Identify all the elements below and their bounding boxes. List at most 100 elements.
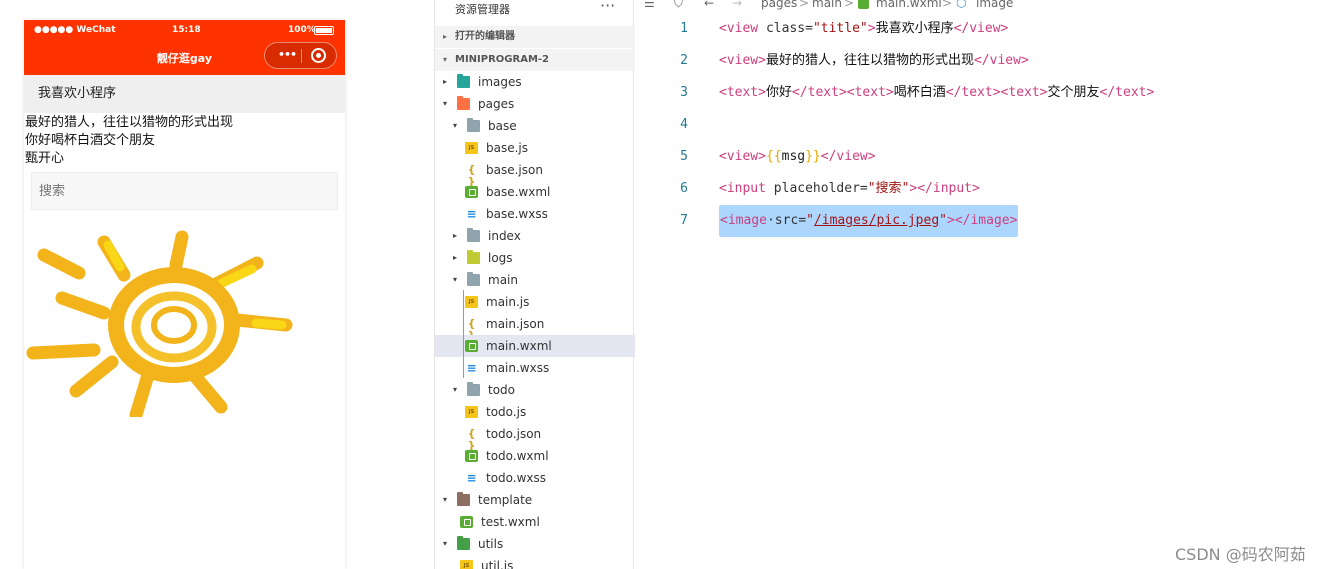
close-mini-program-icon[interactable] — [311, 48, 326, 63]
capsule-divider — [301, 49, 302, 63]
folder-icon — [467, 228, 480, 242]
tree-item-label: main — [488, 273, 518, 287]
tree-item-label: todo.wxss — [486, 471, 547, 485]
screenshot-root: ●●●●● WeChat 15:18 100% 靓仔逛gay ••• 我喜欢小程… — [0, 0, 1327, 569]
tree-item[interactable]: JS main.js — [435, 291, 635, 313]
js-file-icon: JS — [465, 142, 478, 154]
breadcrumb-main[interactable]: main — [812, 0, 842, 10]
chevron-down-icon[interactable]: ▾ — [443, 533, 447, 555]
code-token: </view> — [820, 149, 876, 164]
code-token: <image — [720, 213, 767, 228]
code-token: <view — [719, 21, 766, 36]
chevron-right-icon[interactable]: ▸ — [453, 225, 457, 247]
project-label: MINIPROGRAM-2 — [455, 54, 549, 65]
code-token: </view> — [973, 53, 1029, 68]
chevron-down-icon[interactable]: ▾ — [453, 379, 457, 401]
json-file-icon: { } — [467, 163, 476, 188]
tree-item[interactable]: ▾ utils — [435, 533, 635, 555]
breadcrumb-sep: > — [942, 0, 953, 10]
tree-item[interactable]: { } main.json — [435, 313, 635, 342]
tree-item[interactable]: JS todo.js — [435, 401, 635, 423]
tree-item[interactable]: ▸ logs — [435, 247, 635, 269]
tree-item[interactable]: ▾ main — [435, 269, 635, 291]
file-explorer: 资源管理器 ··· ▸ 打开的编辑器 ▾ MINIPROGRAM-2 ▸ imag… — [434, 0, 635, 569]
bookmark-icon[interactable]: ⛉ — [674, 0, 683, 11]
forward-arrow-icon[interactable]: → — [732, 0, 742, 10]
tree-item[interactable]: ≡ main.wxss — [435, 357, 635, 379]
tree-item[interactable]: ▾ todo — [435, 379, 635, 401]
folder-icon — [467, 382, 480, 396]
wxml-file-icon — [465, 450, 478, 462]
phone-simulator: ●●●●● WeChat 15:18 100% 靓仔逛gay ••• 我喜欢小程… — [24, 20, 345, 569]
tree-item-label: main.js — [486, 295, 530, 309]
code-token: 最好的猎人，往往以猎物的形式出现 — [765, 53, 974, 68]
line-number: 4 — [680, 117, 688, 132]
tree-item-label: base.js — [486, 141, 529, 155]
battery-percent: 100% — [288, 25, 316, 35]
tree-item[interactable]: { } base.json — [435, 159, 635, 188]
battery-icon — [314, 26, 334, 35]
code-token: <view> — [719, 53, 766, 68]
tree-item-label: todo.json — [486, 427, 542, 441]
tree-item-label: todo.js — [486, 405, 527, 419]
text-line-drink: 你好喝杯白酒交个朋友 — [25, 133, 156, 148]
breadcrumb-file[interactable]: main.wxml — [876, 0, 942, 10]
back-arrow-icon[interactable]: ← — [704, 0, 714, 10]
chevron-down-icon[interactable]: ▾ — [443, 489, 447, 511]
page-title-view: 我喜欢小程序 — [24, 75, 345, 113]
code-token: 交个朋友 — [1047, 85, 1100, 100]
code-token: 搜索 — [875, 181, 902, 196]
more-actions-icon[interactable]: ··· — [600, 0, 615, 15]
tree-item-label: todo — [488, 383, 516, 397]
open-editors-section[interactable]: ▸ 打开的编辑器 — [435, 26, 635, 48]
chevron-right-icon: ▸ — [443, 32, 448, 41]
list-icon[interactable]: ☰ — [644, 0, 655, 10]
code-token: > — [867, 21, 876, 36]
tree-item[interactable]: ▾ base — [435, 115, 635, 137]
wxml-file-icon — [465, 186, 478, 198]
tree-item[interactable]: ▸ index — [435, 225, 635, 247]
carrier-label: ●●●●● WeChat — [34, 25, 116, 35]
indent-guide — [463, 290, 464, 378]
code-token: " — [939, 213, 947, 228]
folder-icon — [457, 74, 470, 88]
tree-item-label: test.wxml — [481, 515, 540, 529]
open-editors-label: 打开的编辑器 — [455, 31, 515, 42]
tree-item[interactable]: JS util.js — [435, 555, 635, 569]
tree-item[interactable]: todo.wxml — [435, 445, 635, 467]
tree-item[interactable]: ▾ template — [435, 489, 635, 511]
tree-item[interactable]: ≡ base.wxss — [435, 203, 635, 225]
folder-icon — [457, 96, 470, 110]
folder-icon — [467, 250, 480, 264]
breadcrumb-symbol[interactable]: image — [976, 0, 1013, 10]
tree-item[interactable]: main.wxml — [435, 335, 635, 357]
more-dots-icon[interactable]: ••• — [274, 48, 300, 61]
breadcrumb-pages[interactable]: pages — [761, 0, 797, 10]
tree-item[interactable]: ▸ images — [435, 71, 635, 93]
tree-item[interactable]: base.wxml — [435, 181, 635, 203]
chevron-down-icon[interactable]: ▾ — [443, 93, 447, 115]
code-content: <input placeholder="搜索"></input> — [719, 173, 980, 205]
chevron-right-icon[interactable]: ▸ — [443, 71, 447, 93]
code-content: <view class="title">我喜欢小程序</view> — [719, 13, 1008, 45]
tree-item[interactable]: test.wxml — [435, 511, 635, 533]
tree-item[interactable]: { } todo.json — [435, 423, 635, 452]
code-token: class= — [765, 21, 813, 36]
tree-item[interactable]: ≡ todo.wxss — [435, 467, 635, 489]
wxss-file-icon: ≡ — [466, 471, 477, 485]
menu-capsule[interactable]: ••• — [264, 42, 337, 69]
project-section[interactable]: ▾ MINIPROGRAM-2 — [435, 49, 635, 71]
code-editor: ☰ ⛉ ← → pages > main > main.wxml > ⬡ ima… — [636, 0, 1327, 569]
code-token: <view> — [719, 149, 766, 164]
search-input[interactable] — [31, 172, 338, 210]
chevron-down-icon[interactable]: ▾ — [453, 269, 457, 291]
chevron-down-icon[interactable]: ▾ — [453, 115, 457, 137]
code-token: ></image> — [947, 213, 1018, 228]
code-token: 我喜欢小程序 — [875, 21, 954, 36]
chevron-right-icon[interactable]: ▸ — [453, 247, 457, 269]
tree-item-label: images — [478, 75, 522, 89]
tree-item[interactable]: JS base.js — [435, 137, 635, 159]
folder-icon — [467, 272, 480, 286]
tree-item-label: base — [488, 119, 517, 133]
tree-item[interactable]: ▾ pages — [435, 93, 635, 115]
